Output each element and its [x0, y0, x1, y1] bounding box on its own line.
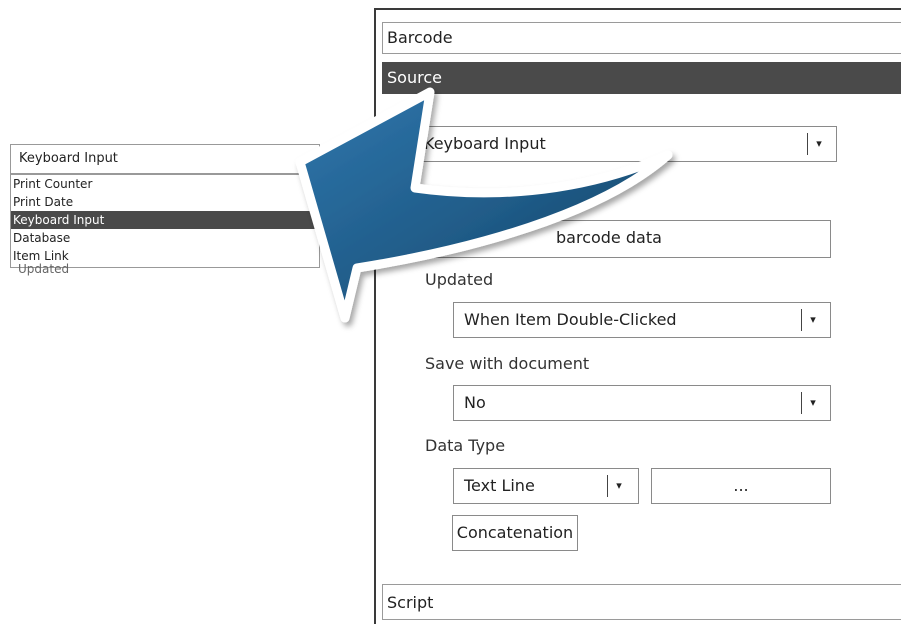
- curved-arrow-icon: [295, 87, 673, 323]
